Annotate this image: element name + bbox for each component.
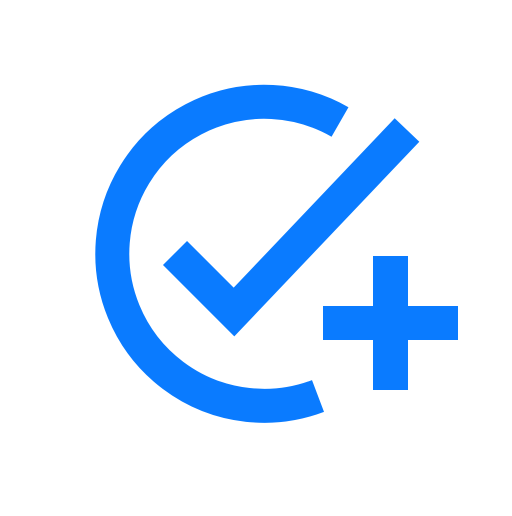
- icon-graphic: [0, 0, 512, 512]
- check-circle-add-icon: [0, 0, 512, 512]
- icon-background: [0, 0, 512, 512]
- plus-horizontal-bar: [323, 306, 458, 340]
